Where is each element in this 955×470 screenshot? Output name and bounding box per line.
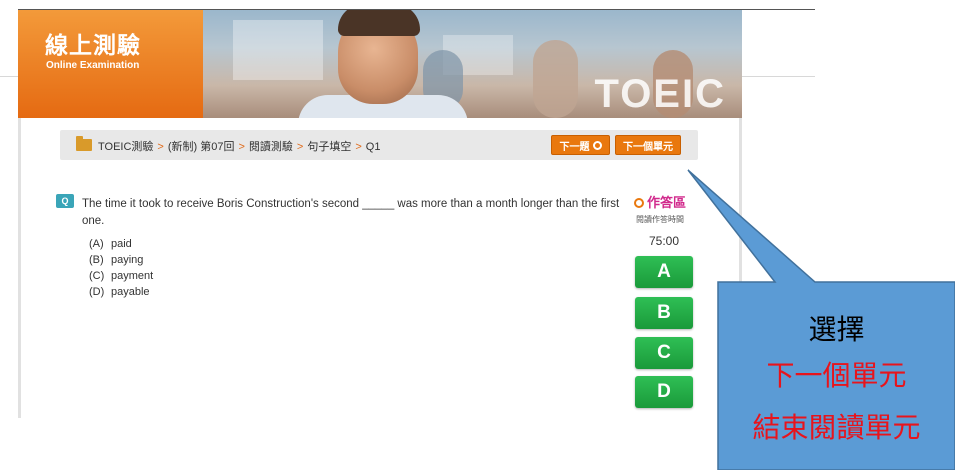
toeic-brand-text: TOEIC [594, 72, 726, 116]
question-text: The time it took to receive Boris Constr… [82, 198, 620, 227]
breadcrumb-separator: > [238, 141, 245, 153]
folder-icon [76, 136, 92, 151]
next-question-label: 下一題 [559, 141, 590, 153]
next-unit-label: 下一個單元 [623, 141, 673, 153]
answer-options: (A) paid (B) paying (C) payment (D) payable [89, 236, 153, 300]
callout-line-select: 選擇 [808, 313, 865, 346]
answer-c-button[interactable]: C [635, 337, 693, 369]
option-a: (A) paid [89, 236, 153, 252]
banner-photo: TOEIC [203, 10, 742, 118]
breadcrumb-separator: > [157, 141, 164, 153]
option-c: (C) payment [89, 268, 153, 284]
breadcrumb-separator: > [355, 141, 362, 153]
breadcrumb-item-round[interactable]: (新制) 第07回 [168, 141, 235, 153]
answer-panel-subtitle: 閱讀作答時間 [636, 215, 684, 224]
countdown-timer: 75:00 [649, 234, 680, 248]
option-letter: (D) [89, 286, 105, 298]
breadcrumb-item-part[interactable]: 句子填空 [307, 141, 351, 153]
option-letter: (A) [89, 238, 104, 250]
option-text: payment [111, 270, 154, 282]
option-text: paying [111, 254, 144, 266]
option-letter: (C) [89, 270, 105, 282]
header-banner: 線上測驗 Online Examination TOEIC [18, 10, 742, 118]
breadcrumb: TOEIC測驗 > (新制) 第07回 > 閱讀測驗 > 句子填空 > Q1 [98, 138, 380, 154]
answer-panel-title: 作答區 [634, 192, 686, 211]
circle-arrow-icon [592, 140, 602, 150]
answer-panel-title-text: 作答區 [647, 196, 687, 211]
breadcrumb-item-section[interactable]: 閱讀測驗 [249, 141, 293, 153]
option-text: payable [111, 286, 150, 298]
site-logo[interactable]: 線上測驗 Online Examination [18, 10, 203, 118]
circle-bullet-icon [634, 198, 644, 208]
answer-a-button[interactable]: A [635, 256, 693, 288]
side-divider-right [742, 76, 815, 77]
option-b: (B) paying [89, 252, 153, 268]
logo-title: 線上測驗 [45, 33, 141, 59]
next-unit-button[interactable]: 下一個單元 [615, 135, 681, 155]
callout-text: 選擇 下一個單元 結束閱讀單元 [718, 310, 955, 454]
option-d: (D) payable [89, 284, 153, 300]
callout-line-end-reading: 結束閱讀單元 [752, 411, 921, 444]
logo-subtitle: Online Examination [46, 60, 140, 71]
side-divider-left [0, 76, 18, 77]
answer-d-button[interactable]: D [635, 376, 693, 408]
callout-line-next-unit: 下一個單元 [766, 359, 907, 392]
option-text: paid [111, 238, 132, 250]
breadcrumb-bar: TOEIC測驗 > (新制) 第07回 > 閱讀測驗 > 句子填空 > Q1 下一題 下一個單元 [60, 130, 698, 160]
option-letter: (B) [89, 254, 104, 266]
next-question-button[interactable]: 下一題 [551, 135, 610, 155]
answer-b-button[interactable]: B [635, 297, 693, 329]
breadcrumb-item-current: Q1 [365, 141, 381, 153]
breadcrumb-separator: > [296, 141, 304, 153]
question-badge: Q [56, 194, 74, 208]
breadcrumb-item-test[interactable]: TOEIC測驗 [98, 141, 153, 153]
